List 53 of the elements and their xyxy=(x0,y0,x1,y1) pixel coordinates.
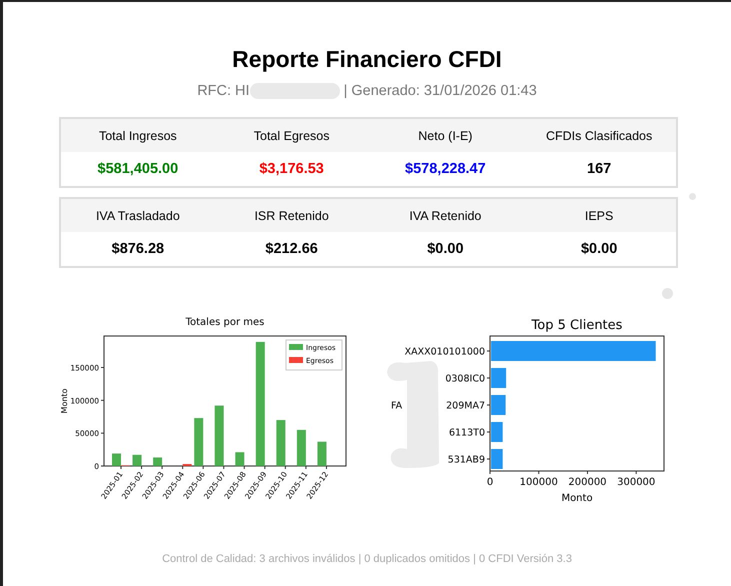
table-header: IEPS xyxy=(522,199,676,232)
x-tick-label: 200000 xyxy=(568,477,607,488)
bar xyxy=(276,420,286,466)
rfc-label: RFC: HI xyxy=(197,83,250,99)
bar xyxy=(235,452,244,466)
footer-text: Control de Calidad: 3 archivos inválidos | 0 duplicados omitidos | 0 CFDI Versión 3.3 xyxy=(161,553,573,565)
axis-label: Monto xyxy=(60,388,69,414)
table-header: IVA Retenido xyxy=(368,199,522,232)
table-cell-text: $3,176.53 xyxy=(258,160,325,179)
x-tick: 300000 xyxy=(617,470,656,488)
table-cell-text: $212.66 xyxy=(264,240,319,259)
axis-label: Monto xyxy=(561,493,593,504)
dot-mark xyxy=(662,288,673,299)
bar xyxy=(317,442,326,466)
bar xyxy=(491,449,503,469)
x-tick-label: 300000 xyxy=(617,477,656,488)
table-cell-text: $0.00 xyxy=(426,240,465,259)
bar xyxy=(194,418,204,466)
bar xyxy=(132,454,142,466)
x-tick-label: 0 xyxy=(486,477,494,488)
table-header: CFDIs Clasificados xyxy=(522,119,676,152)
bar xyxy=(153,457,162,466)
y-tick: XAXX010101000 xyxy=(404,346,490,358)
y-tick: 209MA7 xyxy=(446,400,490,412)
bar xyxy=(491,368,506,388)
report-title: Reporte Financiero CFDI xyxy=(231,46,503,73)
bar xyxy=(491,395,506,415)
table-header: Total Egresos xyxy=(214,119,368,152)
bar xyxy=(491,422,503,442)
y-tick: 0308IC0 xyxy=(445,374,490,384)
chart-title: Totales por mes xyxy=(186,317,264,328)
table-cell-text: $876.28 xyxy=(110,240,166,259)
bar xyxy=(214,406,224,466)
table-header: Neto (I-E) xyxy=(368,119,522,152)
table-cell-text: $581,405.00 xyxy=(96,160,180,179)
chart-title: Top 5 Clientes xyxy=(532,318,622,333)
table-header: Total Ingresos xyxy=(61,119,215,152)
table-cell-text: $0.00 xyxy=(580,240,618,259)
x-tick: 100000 xyxy=(520,470,558,488)
table-header: ISR Retenido xyxy=(214,199,368,232)
y-tick: 6113T0 xyxy=(448,428,490,438)
dot-mark xyxy=(689,193,696,200)
x-tick: 0 xyxy=(486,470,494,488)
x-tick: 200000 xyxy=(568,470,607,488)
axis-tick-label: FA xyxy=(391,400,402,412)
x-tick-label: 100000 xyxy=(520,477,558,488)
bar xyxy=(296,430,306,466)
table-header: IVA Trasladado xyxy=(61,199,215,232)
legend-box xyxy=(286,340,342,370)
table-cell-text: $578,228.47 xyxy=(404,160,487,179)
generated-date: | Generado: 31/01/2026 01:43 xyxy=(344,83,537,99)
table-cell-text: 167 xyxy=(586,160,612,179)
y-tick: 531AB9 xyxy=(448,454,490,466)
